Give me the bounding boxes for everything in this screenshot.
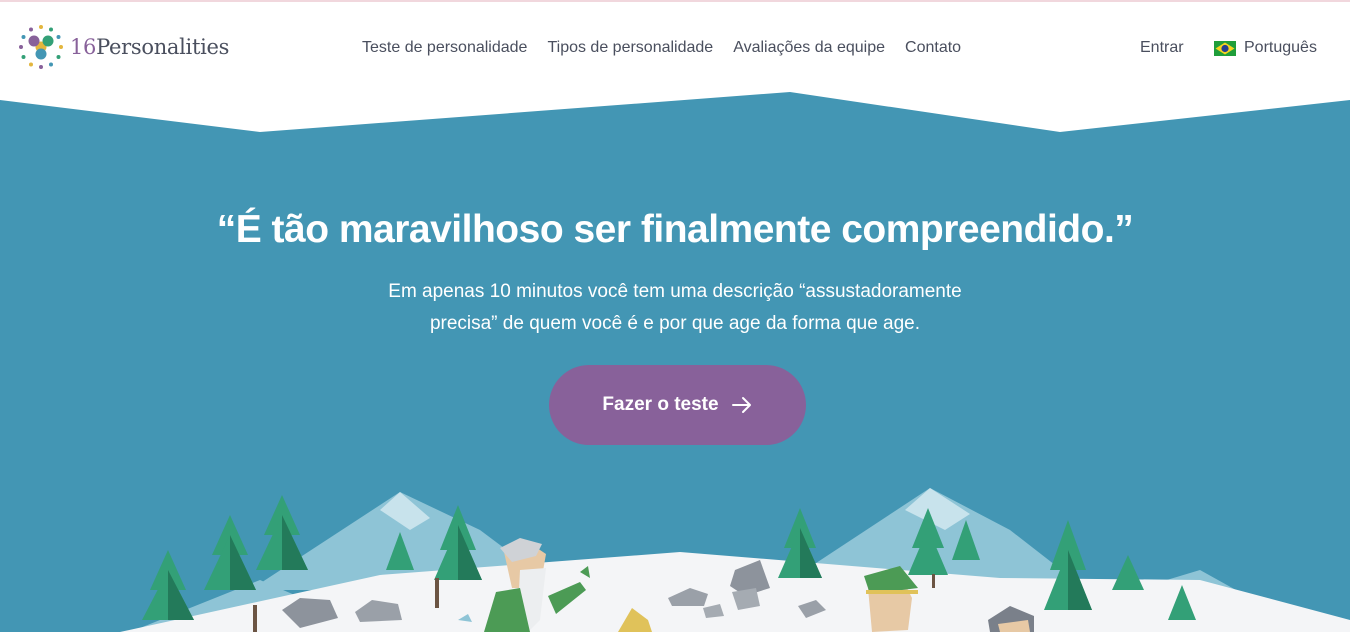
main-nav: Teste de personalidade Tipos de personal…	[362, 38, 981, 58]
nav-contact[interactable]: Contato	[905, 38, 961, 58]
nav-personality-types[interactable]: Tipos de personalidade	[547, 38, 713, 58]
arrow-right-icon	[731, 397, 751, 413]
login-link[interactable]: Entrar	[1140, 38, 1184, 58]
language-label: Português	[1244, 39, 1317, 56]
mountain-scene-illustration	[120, 488, 1350, 632]
brazil-flag-icon	[1214, 40, 1236, 56]
take-test-label: Fazer o teste	[602, 394, 719, 415]
nav-personality-test[interactable]: Teste de personalidade	[362, 38, 527, 58]
logo-dots-icon	[19, 25, 63, 69]
hero-section: “É tão maravilhoso ser finalmente compre…	[0, 0, 1350, 632]
hero-headline: “É tão maravilhoso ser finalmente compre…	[216, 208, 1134, 251]
site-logo[interactable]: 16Personalities	[18, 24, 229, 70]
site-header: 16Personalities Teste de personalidade T…	[0, 2, 1350, 92]
nav-team-assessments[interactable]: Avaliações da equipe	[733, 38, 885, 58]
logo-wordmark: 16Personalities	[70, 35, 229, 59]
hero-subtitle: Em apenas 10 minutos você tem uma descri…	[388, 281, 962, 334]
language-selector[interactable]: Português	[1214, 38, 1317, 58]
logo-number: 16	[70, 35, 97, 59]
logo-name: Personalities	[96, 35, 230, 59]
take-test-button[interactable]: Fazer o teste	[549, 365, 806, 445]
